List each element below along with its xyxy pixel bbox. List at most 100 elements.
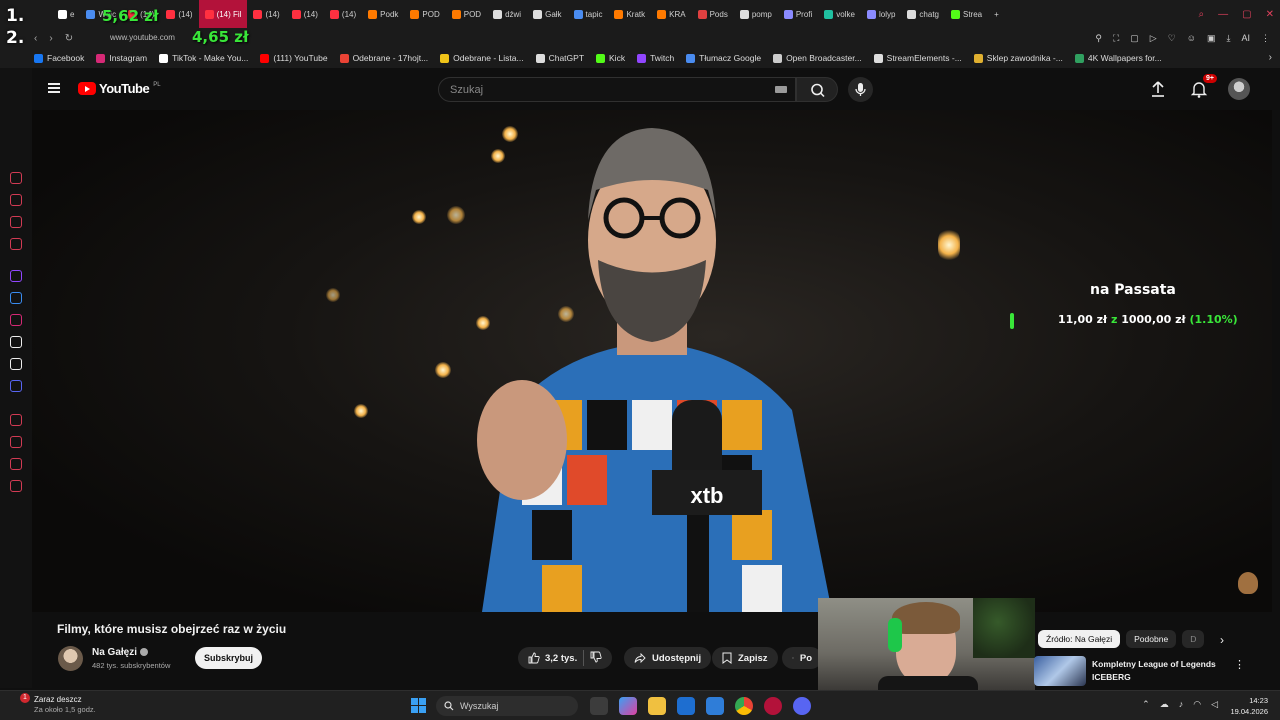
chips-next-icon[interactable]: › bbox=[1220, 633, 1224, 647]
more-actions-button[interactable]: Po bbox=[782, 647, 822, 669]
browser-tab[interactable]: tapic bbox=[568, 0, 609, 28]
copilot-icon[interactable] bbox=[619, 697, 637, 715]
browser-tab[interactable]: POD bbox=[404, 0, 445, 28]
taskbar-search[interactable]: Wyszukaj bbox=[436, 696, 578, 716]
sidebar-cube-icon[interactable] bbox=[10, 458, 22, 470]
chip-more[interactable]: D bbox=[1182, 630, 1205, 648]
start-button[interactable] bbox=[411, 698, 426, 713]
browser-tab[interactable]: Profi bbox=[778, 0, 818, 28]
browser-tab[interactable]: pomp bbox=[734, 0, 778, 28]
youtube-logo[interactable]: YouTube PL bbox=[78, 81, 161, 96]
video-player[interactable]: xtb na Passata 11,00 zł z 1000,00 zł (1.… bbox=[32, 110, 1272, 612]
ai-icon[interactable]: AI bbox=[1241, 33, 1250, 43]
bookmarks-more-icon[interactable]: › bbox=[1269, 48, 1272, 68]
page-icon[interactable]: ▢ bbox=[1130, 33, 1139, 44]
voice-search-button[interactable] bbox=[848, 77, 873, 102]
sidebar-discord-icon[interactable] bbox=[10, 380, 22, 392]
accounts-icon[interactable]: ☺ bbox=[1187, 33, 1196, 43]
like-button[interactable]: 3,2 tys. bbox=[528, 652, 577, 664]
channel-name-text[interactable]: Na Gałęzi bbox=[92, 647, 137, 658]
browser-tab[interactable]: POD bbox=[446, 0, 487, 28]
bookmark-item[interactable]: Facebook bbox=[34, 53, 84, 63]
browser-tab[interactable]: (14) bbox=[324, 0, 362, 28]
dislike-button[interactable] bbox=[590, 651, 602, 666]
chip-source[interactable]: Źródło: Na Gałęzi bbox=[1038, 630, 1121, 648]
chip-similar[interactable]: Podobne bbox=[1126, 630, 1177, 648]
browser-tab[interactable]: Podk bbox=[362, 0, 404, 28]
search-button[interactable] bbox=[796, 77, 838, 102]
system-clock[interactable]: 14:23 19.04.2026 bbox=[1230, 695, 1268, 717]
tabs-icon[interactable]: ▣ bbox=[1207, 33, 1216, 44]
forward-icon[interactable]: › bbox=[49, 33, 52, 44]
browser-tab[interactable]: Kratk bbox=[608, 0, 651, 28]
screenshot-icon[interactable]: ⛶ bbox=[1113, 33, 1119, 44]
menu-hamburger-icon[interactable] bbox=[48, 83, 60, 93]
minimize-icon[interactable]: — bbox=[1218, 9, 1228, 20]
opera-gx-icon[interactable] bbox=[764, 697, 782, 715]
bookmark-item[interactable]: ChatGPT bbox=[535, 53, 584, 63]
tray-chevron-icon[interactable]: ⌃ bbox=[1142, 699, 1150, 710]
sidebar-twitch-icon[interactable] bbox=[10, 270, 22, 282]
discord-icon[interactable] bbox=[793, 697, 811, 715]
recommendation-title[interactable]: Kompletny League of Legends ICEBERG bbox=[1092, 658, 1224, 684]
close-icon[interactable]: ✕ bbox=[1266, 9, 1274, 20]
bookmark-item[interactable]: Sklep zawodnika -... bbox=[973, 53, 1063, 63]
search-input[interactable] bbox=[439, 78, 759, 101]
browser-tab[interactable]: volke bbox=[818, 0, 861, 28]
bookmark-item[interactable]: Tłumacz Google bbox=[686, 53, 761, 63]
channel-avatar[interactable] bbox=[58, 646, 83, 671]
browser-tab[interactable]: (14) bbox=[160, 0, 198, 28]
search-tabs-icon[interactable]: ⌕ bbox=[1199, 9, 1205, 20]
reload-icon[interactable]: ↻ bbox=[65, 33, 73, 44]
weather-title[interactable]: Zaraz deszcz bbox=[34, 695, 82, 704]
channel-name[interactable]: Na Gałęzi bbox=[92, 647, 149, 658]
bookmark-item[interactable]: Open Broadcaster... bbox=[773, 53, 862, 63]
browser-tab[interactable]: lolyp bbox=[861, 0, 901, 28]
tray-volume-icon[interactable]: ◁ bbox=[1211, 699, 1218, 710]
download-icon[interactable]: ⤓ bbox=[1227, 33, 1231, 44]
sidebar-history-icon[interactable] bbox=[10, 172, 22, 184]
tray-cloud-icon[interactable]: ☁ bbox=[1160, 699, 1169, 710]
bookmark-item[interactable]: Instagram bbox=[96, 53, 147, 63]
keyboard-icon[interactable] bbox=[775, 86, 787, 93]
bookmark-item[interactable]: TikTok - Make You... bbox=[159, 53, 248, 63]
bookmark-item[interactable]: Kick bbox=[596, 53, 625, 63]
new-tab-icon[interactable]: + bbox=[988, 0, 1005, 28]
browser-tab[interactable]: Gałk bbox=[527, 0, 567, 28]
browser-tab[interactable]: Strea bbox=[945, 0, 988, 28]
sidebar-chat-icon[interactable] bbox=[10, 216, 22, 228]
bookmark-item[interactable]: 4K Wallpapers for... bbox=[1074, 53, 1162, 63]
file-explorer-icon[interactable] bbox=[648, 697, 666, 715]
save-button[interactable]: Zapisz bbox=[712, 647, 778, 669]
notifications-button[interactable]: 9+ bbox=[1187, 74, 1217, 101]
tray-mic-icon[interactable]: ♪ bbox=[1179, 699, 1184, 710]
account-avatar[interactable] bbox=[1228, 78, 1250, 100]
maximize-icon[interactable]: ▢ bbox=[1242, 9, 1251, 20]
sidebar-messenger-icon[interactable] bbox=[10, 292, 22, 304]
sidebar-x-icon[interactable] bbox=[10, 358, 22, 370]
player-icon[interactable]: ▷ bbox=[1150, 33, 1157, 44]
bookmark-item[interactable]: Odebrane - Lista... bbox=[440, 53, 524, 63]
recommendation-menu-icon[interactable]: ⋮ bbox=[1234, 658, 1245, 671]
sidebar-tiktok-icon[interactable] bbox=[10, 336, 22, 348]
browser-tab[interactable]: (14) bbox=[247, 0, 285, 28]
sidebar-settings-icon[interactable] bbox=[10, 480, 22, 492]
sidebar-wallet-icon[interactable] bbox=[10, 194, 22, 206]
bookmark-item[interactable]: (111) YouTube bbox=[260, 53, 328, 63]
browser-tab[interactable]: (14) Fil bbox=[198, 0, 248, 28]
browser-tab[interactable]: chatg bbox=[901, 0, 945, 28]
url-field[interactable]: www.youtube.com bbox=[110, 31, 175, 45]
browser-tab[interactable]: e bbox=[52, 0, 80, 28]
back-icon[interactable]: ‹ bbox=[34, 33, 37, 44]
bookmark-item[interactable]: Twitch bbox=[637, 53, 674, 63]
recommendation-thumbnail[interactable] bbox=[1034, 656, 1086, 686]
bookmark-item[interactable]: StreamElements -... bbox=[873, 53, 962, 63]
tray-wifi-icon[interactable]: ◠ bbox=[1193, 699, 1201, 710]
pin-icon[interactable]: ⚲ bbox=[1095, 33, 1102, 44]
chrome-icon[interactable] bbox=[735, 697, 753, 715]
sidebar-player-icon[interactable] bbox=[10, 414, 22, 426]
sidebar-clock-icon[interactable] bbox=[10, 436, 22, 448]
subscribe-button[interactable]: Subskrybuj bbox=[195, 647, 262, 669]
menu-icon[interactable]: ⋮ bbox=[1261, 33, 1270, 44]
sidebar-mail-icon[interactable] bbox=[10, 238, 22, 250]
